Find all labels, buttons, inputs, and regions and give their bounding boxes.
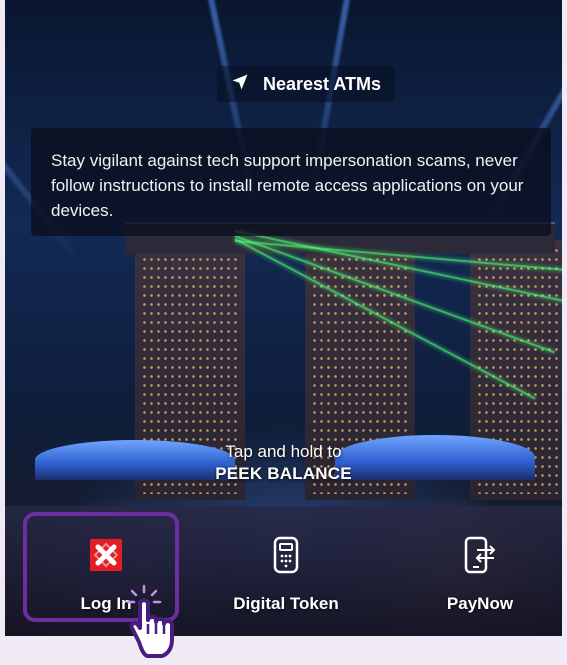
security-notice-text: Stay vigilant against tech support imper… [51, 151, 524, 220]
security-notice: Stay vigilant against tech support imper… [31, 128, 551, 236]
tap-hand-icon [122, 582, 182, 665]
nearest-atms-label: Nearest ATMs [263, 73, 382, 94]
nearest-atms-link[interactable]: Nearest ATMs [217, 66, 396, 102]
location-arrow-icon [231, 73, 249, 96]
digital-token-icon [273, 532, 299, 578]
paynow-label: PayNow [446, 594, 514, 613]
paynow-button[interactable]: PayNow [405, 520, 555, 620]
digital-token-button[interactable]: Digital Token [211, 520, 361, 620]
peek-balance-hint: Tap and hold to [225, 442, 342, 461]
paynow-phone-icon [463, 532, 497, 578]
peek-balance[interactable]: Tap and hold to PEEK BALANCE [5, 442, 562, 484]
digital-token-label: Digital Token [233, 594, 339, 613]
peek-balance-label: PEEK BALANCE [215, 464, 352, 483]
